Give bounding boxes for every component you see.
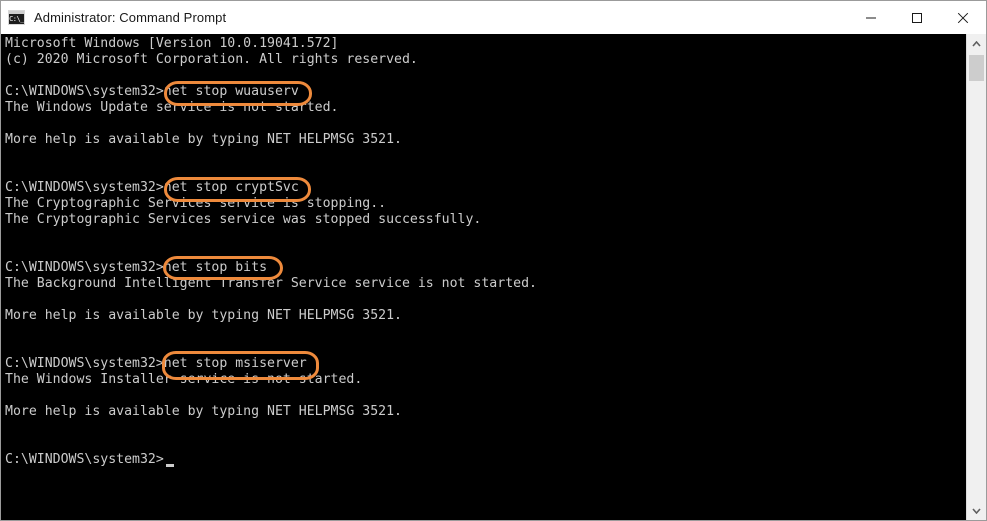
scroll-up-button[interactable] [967, 35, 986, 52]
scrollbar-thumb[interactable] [969, 55, 984, 81]
close-icon [957, 12, 969, 23]
console-output-area[interactable]: Microsoft Windows [Version 10.0.19041.57… [1, 34, 986, 520]
scroll-down-icon [972, 507, 981, 514]
minimize-icon [866, 17, 876, 18]
scroll-up-icon [972, 40, 981, 47]
minimize-button[interactable] [848, 1, 894, 34]
maximize-icon [912, 12, 922, 23]
vertical-scrollbar[interactable] [966, 34, 986, 520]
window-controls [848, 1, 986, 34]
maximize-button[interactable] [894, 1, 940, 34]
scrollbar-track[interactable] [967, 52, 986, 502]
title-bar[interactable]: C:\_ Administrator: Command Prompt [1, 1, 986, 34]
icon-prompt-glyph: C:\_ [9, 15, 24, 23]
close-button[interactable] [940, 1, 986, 34]
scroll-down-button[interactable] [967, 502, 986, 519]
window-title: Administrator: Command Prompt [34, 10, 227, 25]
console-text: Microsoft Windows [Version 10.0.19041.57… [5, 36, 537, 467]
text-cursor [166, 464, 174, 467]
command-prompt-icon: C:\_ [8, 10, 25, 25]
command-prompt-window: C:\_ Administrator: Command Prompt Micro… [0, 0, 987, 521]
